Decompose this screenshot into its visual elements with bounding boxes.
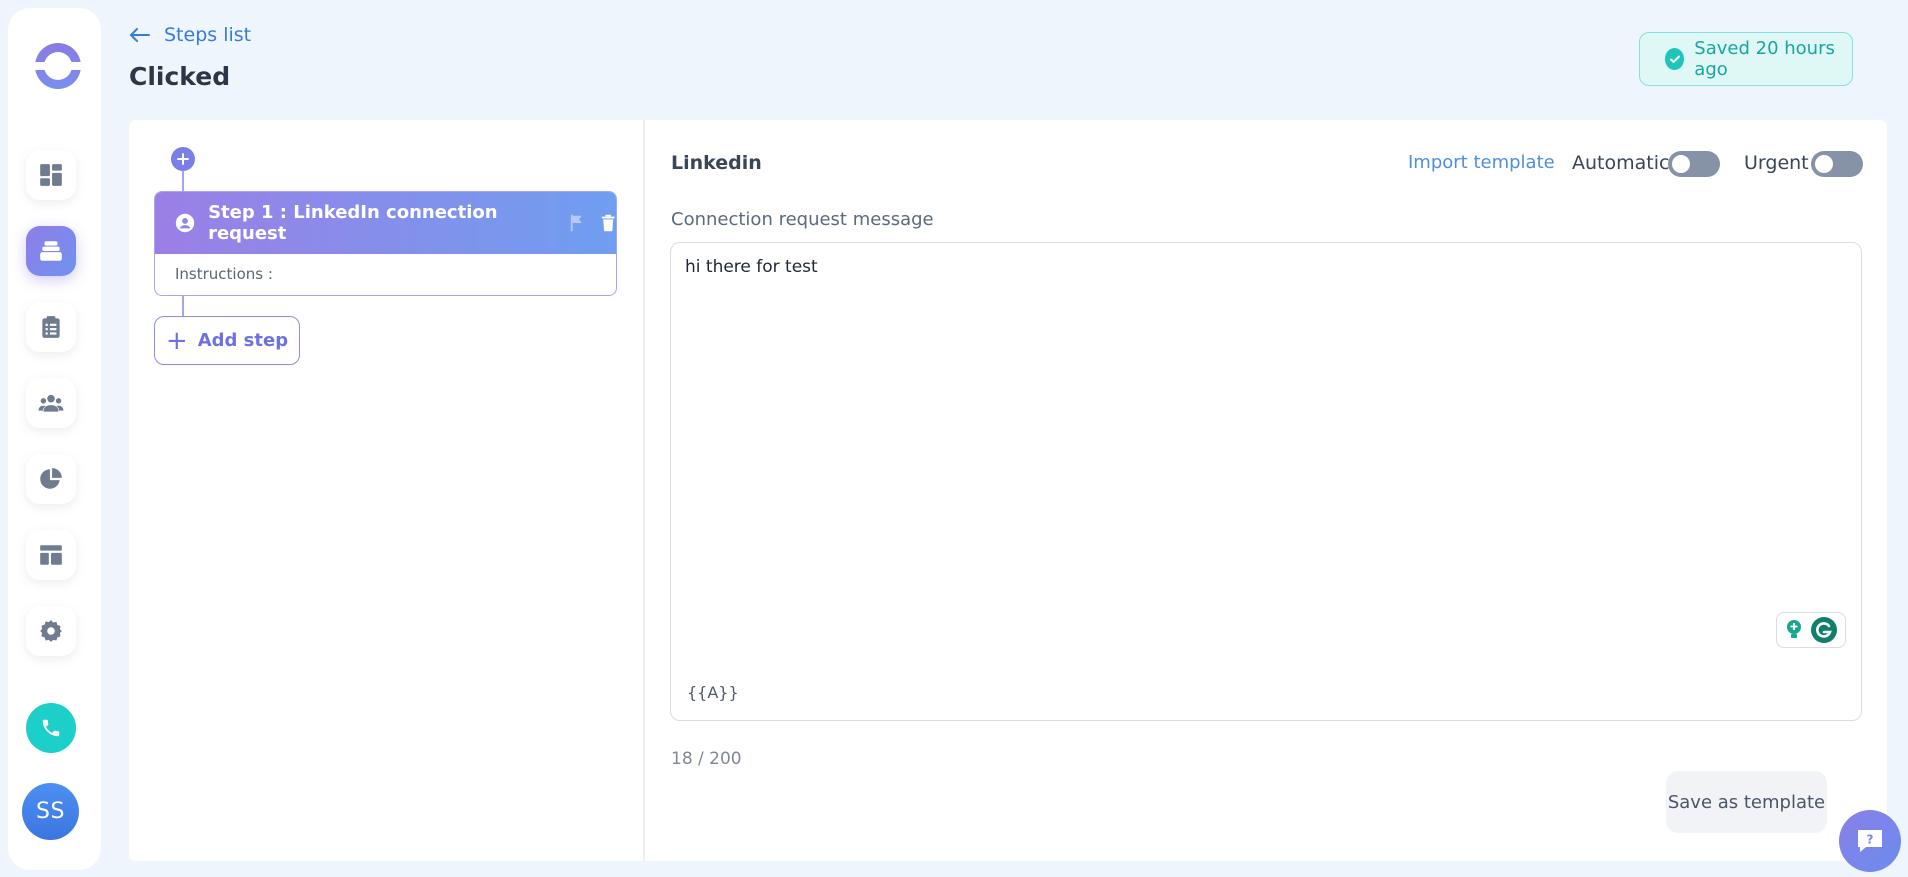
sidebar-item-templates[interactable] xyxy=(26,530,76,580)
add-step-label: Add step xyxy=(197,330,289,351)
pie-chart-icon xyxy=(40,468,62,489)
template-layout-icon xyxy=(40,545,62,565)
sidebar-item-reports[interactable] xyxy=(26,454,76,504)
gear-icon xyxy=(40,620,62,642)
help-chat-icon: ? xyxy=(1858,830,1882,852)
grammarly-icon[interactable] xyxy=(1810,616,1838,644)
connection-message-textarea[interactable]: hi there for test {{A}} xyxy=(670,242,1862,721)
sequences-icon xyxy=(40,241,62,261)
app-logo-icon[interactable] xyxy=(33,43,83,89)
sidebar-item-sequences[interactable] xyxy=(26,226,76,276)
call-button[interactable] xyxy=(26,703,76,753)
sidebar: SS xyxy=(8,8,101,870)
plus-icon xyxy=(177,153,189,165)
lightbulb-icon[interactable] xyxy=(1784,618,1804,642)
step-connector xyxy=(182,296,184,316)
column-divider xyxy=(643,120,645,861)
check-circle-icon xyxy=(1665,48,1685,70)
saved-status-text: Saved 20 hours ago xyxy=(1694,38,1835,80)
back-to-steps-link[interactable]: Steps list xyxy=(130,24,251,46)
add-step-button[interactable]: + Add step xyxy=(154,316,300,365)
urgent-toggle[interactable] xyxy=(1811,151,1863,177)
trash-icon[interactable] xyxy=(600,213,616,233)
svg-text:?: ? xyxy=(1867,833,1874,847)
users-icon xyxy=(38,394,64,412)
automatic-label: Automatic xyxy=(1572,152,1670,174)
step-instructions-label: Instructions : xyxy=(175,265,273,283)
urgent-label: Urgent xyxy=(1744,152,1809,174)
step-title: Step 1 : LinkedIn connection request xyxy=(208,202,498,244)
message-text[interactable]: hi there for test xyxy=(685,257,818,277)
help-chat-button[interactable]: ? xyxy=(1839,810,1901,872)
user-circle-icon xyxy=(175,213,195,233)
step-header[interactable]: Step 1 : LinkedIn connection request xyxy=(155,192,616,254)
back-link-label: Steps list xyxy=(164,24,252,46)
toggle-knob xyxy=(1672,155,1690,173)
step-card[interactable]: Step 1 : LinkedIn connection request Ins… xyxy=(154,191,617,296)
sidebar-item-contacts[interactable] xyxy=(26,378,76,428)
saved-status-badge: Saved 20 hours ago xyxy=(1639,32,1853,86)
arrow-left-icon xyxy=(130,28,150,42)
grammarly-widget[interactable] xyxy=(1776,612,1846,648)
import-template-link[interactable]: Import template xyxy=(1408,152,1555,173)
step-connector xyxy=(182,171,184,191)
save-as-template-button[interactable]: Save as template xyxy=(1666,771,1827,833)
page-title: Clicked xyxy=(129,62,231,91)
dashboard-icon xyxy=(40,164,62,186)
phone-icon xyxy=(42,719,60,737)
flag-icon[interactable] xyxy=(569,213,585,233)
plus-icon: + xyxy=(165,325,188,356)
channel-title: Linkedin xyxy=(671,152,762,174)
clipboard-icon xyxy=(42,316,60,338)
insert-step-above-button[interactable] xyxy=(171,147,195,171)
toggle-knob xyxy=(1815,155,1833,173)
character-count: 18 / 200 xyxy=(671,749,742,769)
variable-tag[interactable]: {{A}} xyxy=(687,683,739,702)
automatic-toggle[interactable] xyxy=(1668,151,1720,177)
user-avatar[interactable]: SS xyxy=(22,783,79,840)
sidebar-item-tasks[interactable] xyxy=(26,302,76,352)
sidebar-item-settings[interactable] xyxy=(26,606,76,656)
sidebar-item-dashboard[interactable] xyxy=(26,150,76,200)
connection-message-label: Connection request message xyxy=(671,209,934,230)
